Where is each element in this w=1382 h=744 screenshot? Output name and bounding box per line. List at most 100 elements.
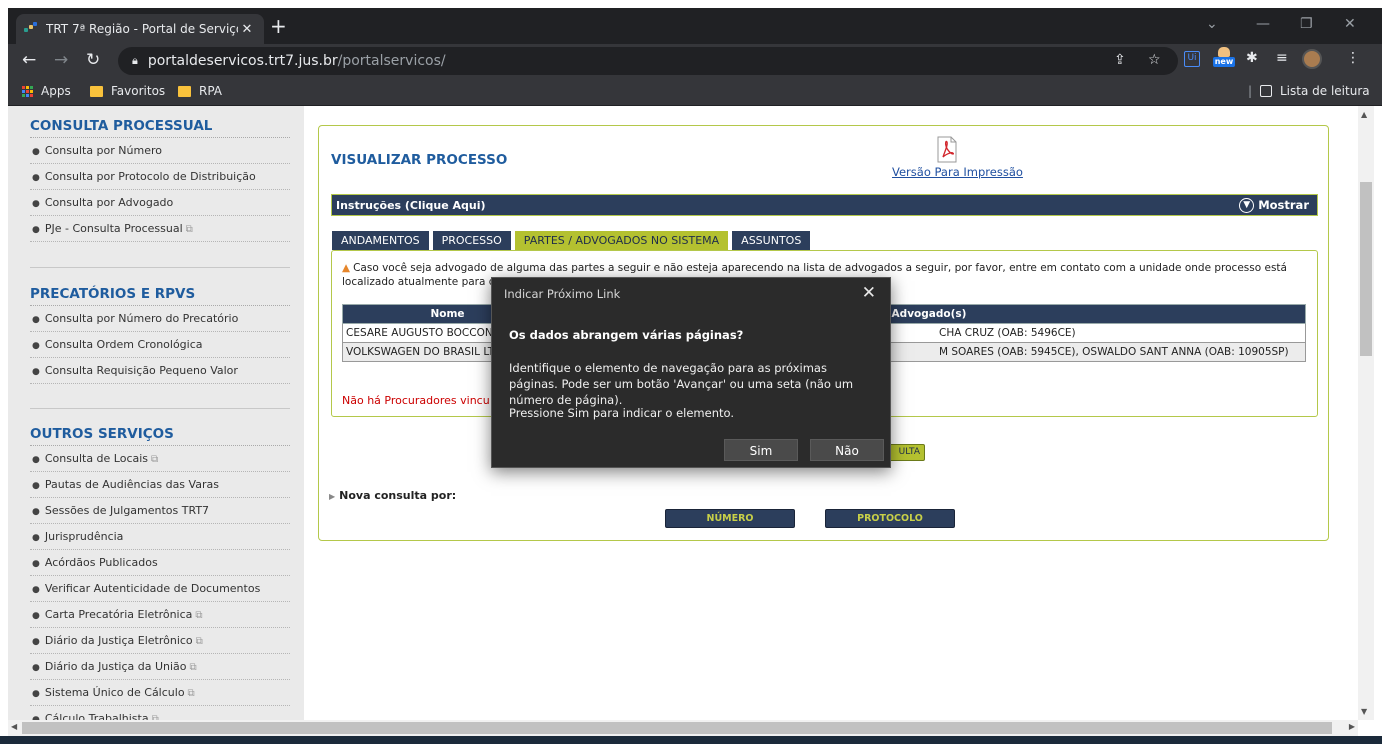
scroll-right-icon[interactable]: ▶: [1349, 722, 1355, 731]
page-title: VISUALIZAR PROCESSO: [331, 152, 508, 168]
dialog-close-icon[interactable]: ✕: [862, 283, 876, 303]
sidebar-link[interactable]: ● Consulta por Número do Precatório: [30, 306, 290, 332]
address-bar[interactable]: 🔒︎ portaldeservicos.trt7.jus.br/portalse…: [118, 47, 1178, 75]
restore-icon[interactable]: ❐: [1300, 16, 1313, 32]
new-tab-button[interactable]: +: [270, 16, 287, 36]
sidebar-link[interactable]: ● PJe - Consulta Processual ⧉: [30, 216, 290, 242]
new-query-button[interactable]: ULTA: [887, 444, 925, 461]
bookmark-rpa-label: RPA: [199, 84, 223, 98]
sidebar-link[interactable]: ● Verificar Autenticidade de Documentos: [30, 576, 290, 602]
tab-andamentos[interactable]: ANDAMENTOS: [332, 231, 429, 250]
browser-tab-bar: TRT 7ª Região - Portal de Serviço ✕ + ⌄ …: [8, 8, 1382, 44]
dialog-prompt: Pressione Sim para indicar o elemento.: [509, 406, 734, 420]
sidebar-link[interactable]: ● Acórdãos Publicados: [30, 550, 290, 576]
sidebar-link[interactable]: ● Consulta Ordem Cronológica: [30, 332, 290, 358]
bookmark-rpa[interactable]: RPA: [178, 84, 222, 98]
external-link-icon: ⧉: [187, 688, 195, 699]
instructions-bar[interactable]: Instruções (Clique Aqui) ▼ Mostrar: [331, 194, 1318, 216]
tab-processo[interactable]: PROCESSO: [432, 231, 511, 250]
sidebar-link[interactable]: ● Diário da Justiça Eletrônico ⧉: [30, 628, 290, 654]
sidebar-heading: PRECATÓRIOS E RPVS: [30, 284, 290, 306]
tab-close-icon[interactable]: ✕: [238, 22, 256, 37]
sidebar-heading: CONSULTA PROCESSUAL: [30, 116, 290, 138]
sidebar-link[interactable]: ● Carta Precatória Eletrônica ⧉: [30, 602, 290, 628]
new-extension-icon[interactable]: new: [1213, 47, 1235, 71]
scroll-down-icon[interactable]: ▼: [1361, 707, 1367, 716]
indicate-next-link-dialog: Indicar Próximo Link ✕ Os dados abrangem…: [491, 277, 891, 468]
show-label: Mostrar: [1258, 198, 1309, 212]
sidebar-section-precatorios: PRECATÓRIOS E RPVS ● Consulta por Número …: [30, 284, 290, 384]
url-path: /portalservicos/: [337, 53, 446, 69]
no-procurators-message: Não há Procuradores vincu: [342, 394, 490, 407]
no-button[interactable]: Não: [810, 439, 884, 461]
new-query-label: ▶ Nova consulta por:: [329, 489, 457, 502]
scroll-thumb[interactable]: [1360, 182, 1372, 356]
yes-button[interactable]: Sim: [724, 439, 798, 461]
protocolo-button[interactable]: PROTOCOLO: [825, 509, 955, 528]
numero-button[interactable]: NÚMERO: [665, 509, 795, 528]
external-link-icon: ⧉: [185, 224, 193, 235]
sidebar-link[interactable]: ● Sessões de Julgamentos TRT7: [30, 498, 290, 524]
reload-icon[interactable]: ↻: [86, 50, 100, 70]
sidebar-link[interactable]: ● Consulta por Advogado: [30, 190, 290, 216]
sidebar-link[interactable]: ● Jurisprudência: [30, 524, 290, 550]
arrow-right-icon: ▶: [329, 492, 336, 501]
sidebar-section-consulta: CONSULTA PROCESSUAL ● Consulta por Número…: [30, 116, 290, 242]
dialog-title: Indicar Próximo Link: [504, 287, 621, 301]
sidebar-link[interactable]: ● Diário da Justiça da União ⧉: [30, 654, 290, 680]
media-playlist-icon[interactable]: ≡: [1276, 50, 1288, 66]
pdf-icon[interactable]: [936, 136, 958, 163]
tab-title: TRT 7ª Região - Portal de Serviço: [46, 22, 238, 36]
tab-search-icon[interactable]: ⌄: [1206, 16, 1218, 32]
sidebar-section-outros: OUTROS SERVIÇOS ● Consulta de Locais ⧉ ● Pa…: [30, 424, 290, 720]
reading-list-icon: [1260, 85, 1272, 97]
browser-tab[interactable]: TRT 7ª Região - Portal de Serviço ✕: [16, 14, 264, 44]
external-link-icon: ⧉: [195, 610, 203, 621]
bookmarks-bar: Apps Favoritos RPA | Lista de leitura: [8, 78, 1382, 106]
expand-circle-icon: ▼: [1239, 197, 1255, 213]
sidebar-link[interactable]: ● Pautas de Audiências das Varas: [30, 472, 290, 498]
bookmark-star-icon[interactable]: ☆: [1148, 52, 1161, 68]
sidebar-link[interactable]: ● Sistema Único de Cálculo ⧉: [30, 680, 290, 706]
back-icon[interactable]: ←: [22, 50, 36, 70]
share-icon[interactable]: ⇪: [1114, 52, 1126, 68]
tab-partes-advogados[interactable]: PARTES / ADVOGADOS NO SISTEMA: [514, 231, 729, 250]
uipath-extension-icon[interactable]: Ui: [1184, 51, 1200, 67]
forward-icon[interactable]: →: [54, 50, 68, 70]
bookmark-apps-label: Apps: [41, 84, 71, 98]
window-close-icon[interactable]: ✕: [1344, 16, 1356, 32]
sidebar-link[interactable]: ● Consulta por Número: [30, 138, 290, 164]
sidebar: CONSULTA PROCESSUAL ● Consulta por Número…: [8, 106, 304, 720]
sidebar-heading: OUTROS SERVIÇOS: [30, 424, 290, 446]
new-badge: new: [1213, 57, 1235, 67]
bookmark-favoritos[interactable]: Favoritos: [90, 84, 165, 98]
lock-icon: 🔒︎: [132, 54, 138, 67]
print-version-link[interactable]: Versão Para Impressão: [892, 165, 1023, 179]
url-host: portaldeservicos.trt7.jus.br: [147, 53, 338, 69]
folder-icon: [90, 85, 103, 97]
show-toggle[interactable]: ▼ Mostrar: [1239, 197, 1309, 213]
sidebar-divider: [30, 408, 290, 409]
scroll-left-icon[interactable]: ◀: [11, 722, 17, 731]
horizontal-scrollbar[interactable]: ◀ ▶: [8, 720, 1358, 736]
sidebar-link[interactable]: ● Consulta por Protocolo de Distribuição: [30, 164, 290, 190]
tab-assuntos[interactable]: ASSUNTOS: [732, 231, 811, 250]
warning-icon: ▲: [342, 262, 351, 274]
scroll-thumb[interactable]: [22, 722, 1332, 734]
browser-menu-icon[interactable]: ⋮: [1346, 50, 1360, 66]
sidebar-link[interactable]: ● Consulta de Locais ⧉: [30, 446, 290, 472]
apps-grid-icon: [22, 85, 33, 97]
sidebar-link[interactable]: ● Consulta Requisição Pequeno Valor: [30, 358, 290, 384]
address-row: ← → ↻ 🔒︎ portaldeservicos.trt7.jus.br/po…: [8, 44, 1382, 78]
folder-icon: [178, 85, 191, 97]
sidebar-link[interactable]: ● Cálculo Trabalhista ⧉: [30, 706, 290, 720]
minimize-icon[interactable]: —: [1256, 16, 1270, 32]
process-tabs: ANDAMENTOS PROCESSO PARTES / ADVOGADOS N…: [332, 231, 811, 250]
vertical-scrollbar[interactable]: ▲ ▼: [1358, 106, 1374, 720]
reading-list[interactable]: Lista de leitura: [1260, 84, 1370, 98]
profile-avatar[interactable]: [1302, 49, 1322, 69]
window-top-edge: [0, 0, 1382, 8]
scroll-up-icon[interactable]: ▲: [1361, 110, 1367, 119]
bookmark-apps[interactable]: Apps: [22, 84, 71, 98]
extensions-puzzle-icon[interactable]: ✱: [1246, 50, 1258, 66]
